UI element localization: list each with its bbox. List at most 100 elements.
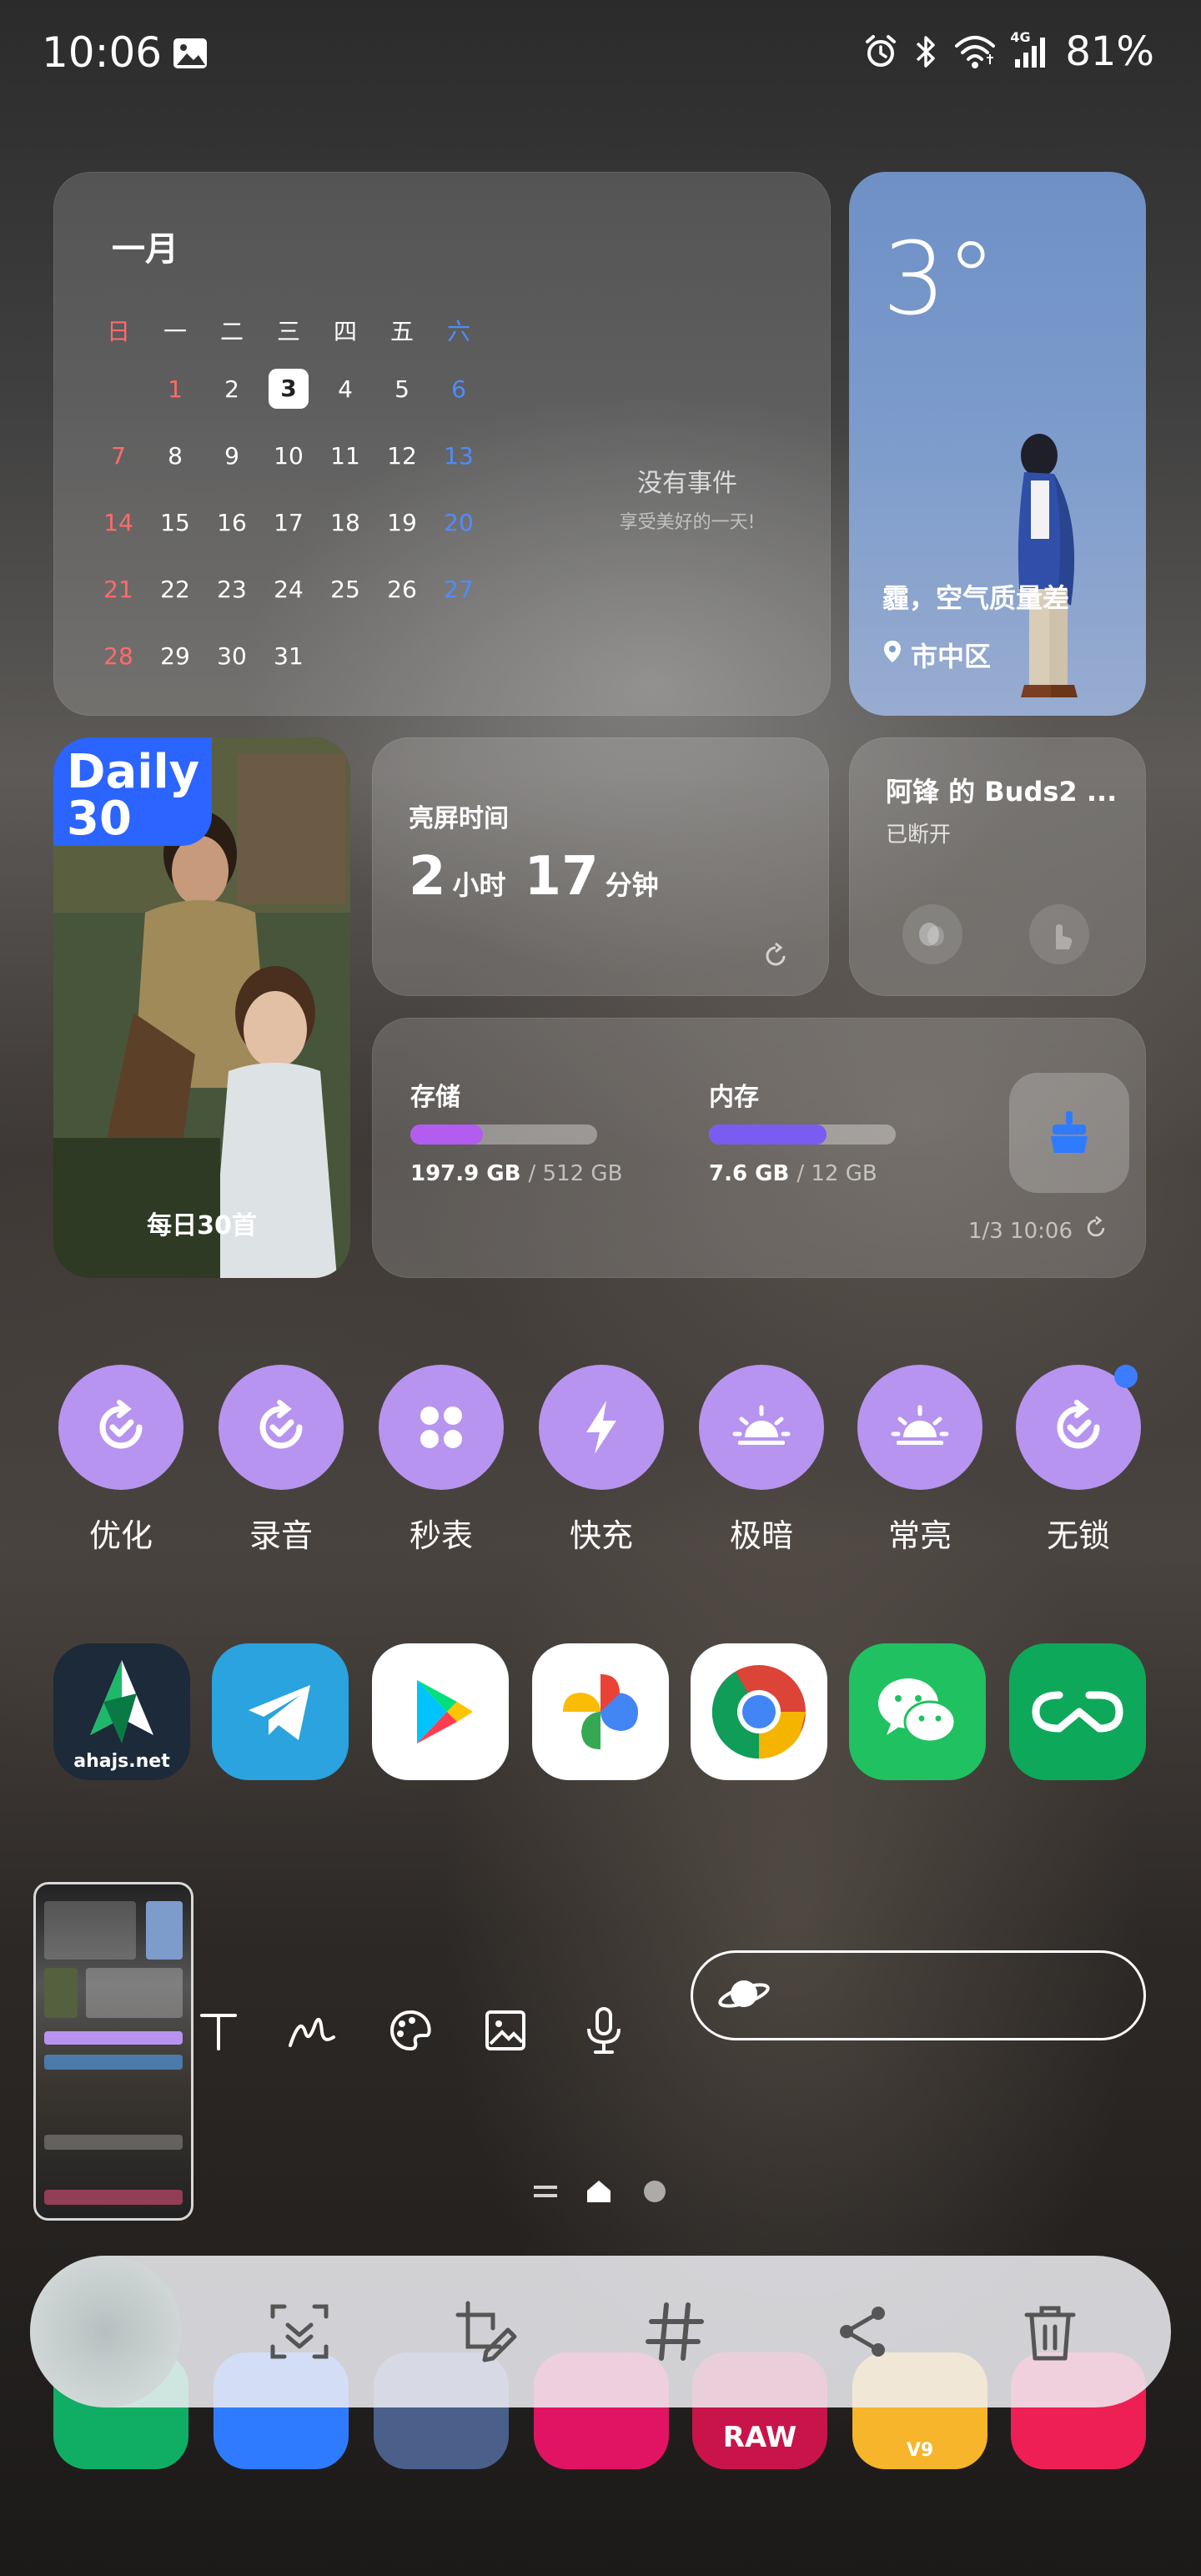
calendar-day: 1 — [168, 375, 183, 403]
calendar-day: 31 — [274, 641, 304, 670]
shortcut-optimize[interactable]: 优化 — [58, 1365, 183, 1556]
calendar-weekdays: 日 一 二 三 四 五 六 — [90, 305, 557, 355]
storage-label: 存储 — [410, 1083, 460, 1112]
scroll-capture-icon[interactable] — [264, 2296, 335, 2367]
app-telegram[interactable] — [212, 1643, 349, 1780]
shortcut-extra-dim[interactable]: 极暗 — [699, 1365, 824, 1556]
calendar-day: 21 — [103, 575, 133, 603]
app-ahajs[interactable]: ahajs.net — [53, 1643, 190, 1780]
calendar-day: 29 — [160, 641, 190, 670]
share-icon[interactable] — [827, 2296, 899, 2367]
calendar-day: 8 — [168, 441, 183, 470]
app-label: ahajs.net — [73, 1751, 170, 1772]
hashtag-icon[interactable] — [639, 2296, 711, 2367]
calendar-week: 28 29 30 31 — [90, 622, 557, 689]
weather-illustration — [991, 430, 1108, 716]
earbuds-icon[interactable] — [902, 904, 962, 964]
daily-30-widget[interactable]: Daily 30 每日30首 — [53, 737, 350, 1278]
screenshot-preview[interactable] — [33, 1882, 193, 2221]
battery-percent: 81% — [1065, 28, 1154, 75]
delete-icon[interactable] — [1014, 2296, 1086, 2367]
shortcut-label: 秒表 — [409, 1517, 473, 1554]
clean-button[interactable] — [1009, 1073, 1129, 1193]
daily-logo-number: 30 — [67, 792, 132, 846]
bluetooth-icon — [913, 33, 938, 70]
touch-icon[interactable] — [1029, 904, 1089, 964]
shortcut-label: 优化 — [88, 1517, 153, 1554]
refresh-icon[interactable] — [761, 941, 791, 974]
daily-logo-text: Daily — [67, 745, 200, 799]
broom-icon — [1044, 1106, 1094, 1160]
page-list-icon[interactable] — [534, 2186, 557, 2189]
shortcut-label: 无锁 — [1046, 1517, 1110, 1554]
image-icon[interactable] — [475, 2000, 535, 2060]
shortcut-no-lock[interactable]: 无锁 — [1016, 1365, 1141, 1556]
refresh-icon[interactable] — [1083, 1215, 1109, 1247]
app-wechat[interactable] — [849, 1643, 986, 1780]
buds-widget[interactable]: 阿锋 的 Buds2 ... 已断开 — [849, 737, 1146, 996]
calendar-day: 13 — [444, 441, 474, 470]
four-dots-icon — [379, 1365, 504, 1490]
calendar-day: 2 — [224, 375, 239, 403]
screen-time-widget[interactable]: 亮屏时间 2 小时 17 分钟 — [372, 737, 829, 996]
calendar-day: 26 — [387, 575, 417, 603]
calendar-day: 14 — [103, 508, 133, 536]
shortcut-fast-charge[interactable]: 快充 — [539, 1365, 664, 1556]
preview-daily — [44, 1968, 78, 2018]
daily-logo: Daily 30 — [67, 749, 199, 843]
preview-shortcuts — [44, 2031, 183, 2045]
preview-storage — [86, 1968, 183, 2018]
calendar-widget[interactable]: 一月 日 一 二 三 四 五 六 1 2 3 4 5 6 7 8 9 10 11… — [53, 172, 831, 716]
calendar-week: 21 22 23 24 25 26 27 — [90, 556, 557, 622]
bolt-icon — [539, 1365, 664, 1490]
weekday-label: 二 — [219, 318, 244, 345]
action-bar-thumbnail[interactable] — [30, 2256, 182, 2407]
weekday-label: 一 — [163, 318, 187, 345]
wifi-icon — [953, 34, 997, 69]
buds-title: 阿锋 的 Buds2 ... — [886, 776, 1118, 808]
preview-calendar — [44, 1901, 136, 1960]
no-events-subtitle: 享受美好的一天! — [619, 512, 756, 533]
memory-bar-fill — [709, 1124, 827, 1145]
raw-label: RAW — [722, 2421, 797, 2454]
calendar-day: 25 — [330, 575, 360, 603]
daily-caption: 每日30首 — [147, 1211, 257, 1240]
app-chrome[interactable] — [691, 1643, 827, 1780]
page-dot[interactable] — [644, 2181, 666, 2202]
app-wps[interactable] — [1009, 1643, 1146, 1780]
preview-dock — [44, 2190, 183, 2205]
location-name: 市中区 — [911, 641, 992, 672]
screen-time-minutes: 17 — [524, 846, 599, 908]
shortcut-always-on[interactable]: 常亮 — [857, 1365, 982, 1556]
crop-edit-icon[interactable] — [450, 2296, 522, 2367]
status-icons: 4G 81% — [863, 28, 1154, 75]
screen-time-value: 2 小时 17 分钟 — [409, 846, 671, 908]
microphone-icon[interactable] — [574, 2000, 634, 2060]
storage-widget[interactable]: 存储 197.9 GB / 512 GB 内存 7.6 GB / 12 GB 1… — [372, 1018, 1146, 1278]
weather-location: 市中区 — [882, 636, 991, 674]
weather-description: 霾，空气质量差 — [882, 582, 1070, 614]
app-google-play[interactable] — [372, 1643, 509, 1780]
app-google-photos[interactable] — [532, 1643, 669, 1780]
text-tool-icon[interactable] — [188, 2000, 249, 2060]
weather-temperature: 3° — [882, 222, 997, 338]
memory-used: 7.6 GB — [709, 1161, 790, 1186]
signal-icon: 4G — [1010, 29, 1050, 69]
storage-updated-time: 1/3 10:06 — [967, 1218, 1073, 1244]
storage-total: / 512 GB — [528, 1161, 623, 1186]
search-bar[interactable] — [691, 1950, 1146, 2040]
calendar-day: 17 — [274, 508, 304, 536]
weekday-label: 六 — [446, 318, 470, 345]
storage-updated: 1/3 10:06 — [968, 1215, 1109, 1247]
home-page-icon[interactable] — [585, 2179, 612, 2207]
calendar-day: 28 — [103, 641, 133, 670]
weather-widget[interactable]: 3° 霾，空气质量差 市中区 — [849, 172, 1146, 716]
shortcut-record[interactable]: 录音 — [219, 1365, 344, 1556]
draw-tool-icon[interactable] — [282, 2000, 342, 2060]
calendar-day: 15 — [160, 508, 190, 536]
shortcut-stopwatch[interactable]: 秒表 — [379, 1365, 504, 1556]
calendar-day: 16 — [217, 508, 247, 536]
palette-icon[interactable] — [380, 2000, 440, 2060]
storage-used: 197.9 GB — [410, 1161, 521, 1186]
preview-apps — [44, 2055, 183, 2070]
